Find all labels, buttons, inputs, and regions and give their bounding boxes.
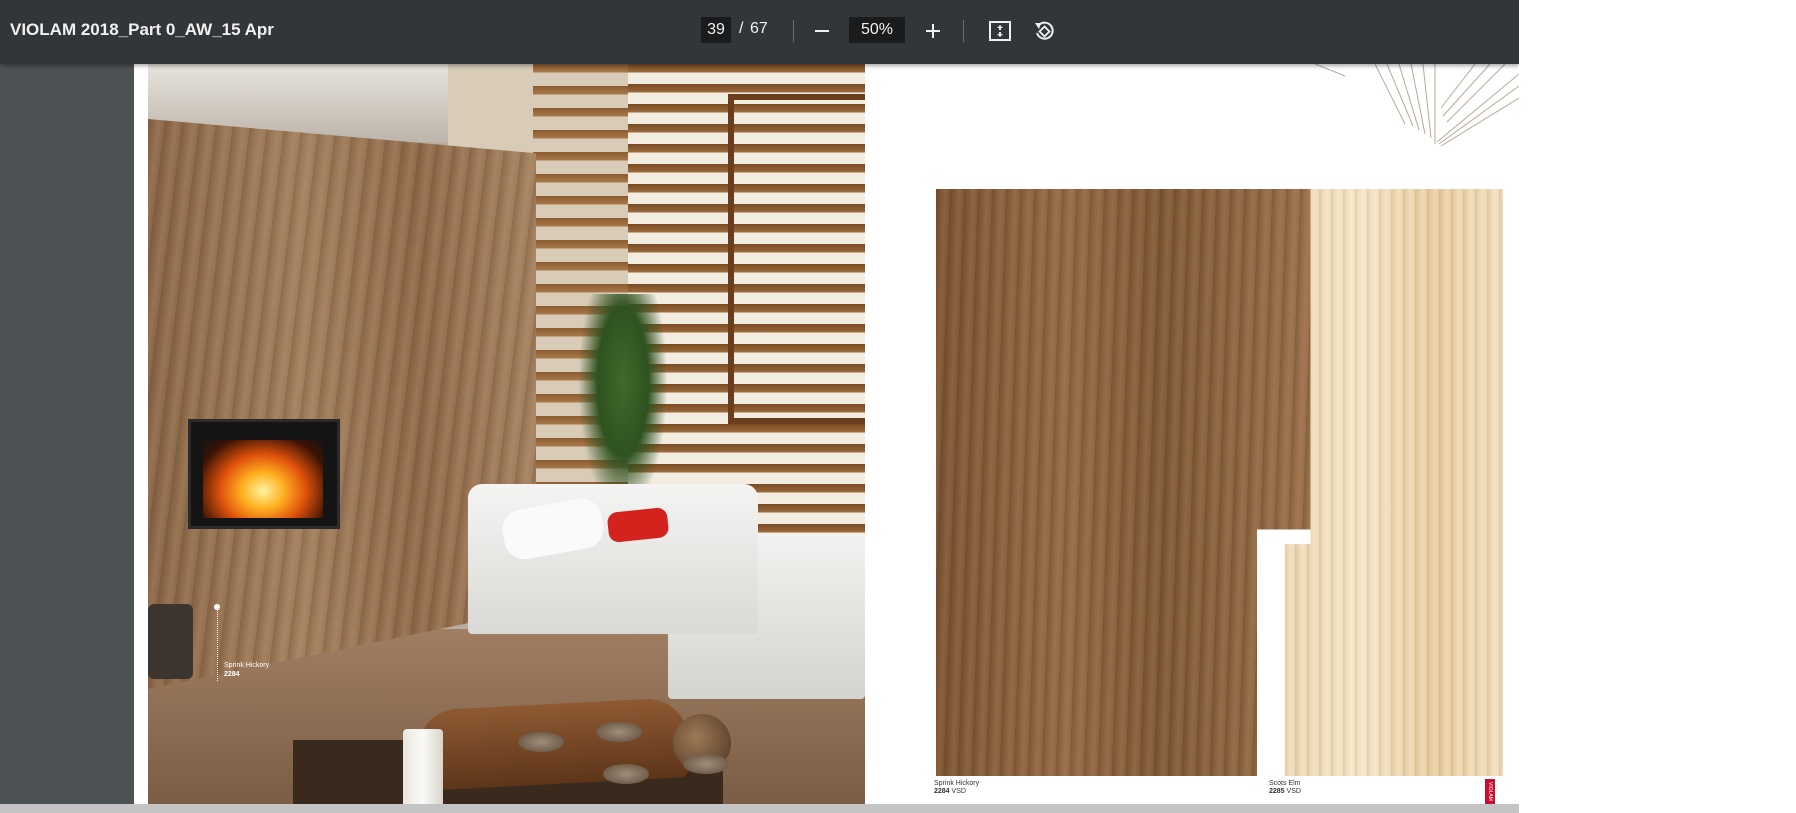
teacup (518, 732, 564, 752)
page-total: 67 (750, 20, 768, 37)
toolbar-divider (963, 20, 964, 42)
fit-to-page-button[interactable] (983, 14, 1017, 48)
pdf-viewer: VIOLAM 2018_Part 0_AW_15 Apr / 67 (0, 0, 1519, 813)
cushion-red (606, 506, 670, 544)
teacup (603, 764, 649, 784)
horizontal-scrollbar[interactable] (0, 804, 1519, 813)
minus-icon (815, 30, 829, 32)
callout-line (217, 606, 218, 681)
swatch-name: Sprink Hickory (934, 780, 980, 787)
fit-to-page-icon (989, 21, 1011, 41)
brand-tab: VIOLAM (1485, 779, 1495, 804)
page-separator: / (739, 20, 744, 37)
rotate-icon (1035, 21, 1054, 40)
room-interior-photo: Sprink Hickory 2284 (148, 64, 865, 804)
window-frame (728, 94, 865, 424)
page-number-input[interactable] (701, 17, 731, 43)
callout-code: 2284 (224, 671, 240, 678)
candle (403, 729, 443, 804)
swatch-code: 2285 VSD (1269, 788, 1301, 795)
swatch-finish: VSD (951, 788, 966, 795)
wood-swatch-sprink-hickory (936, 189, 1311, 776)
plus-icon (926, 24, 940, 38)
swatch-code: 2284 VSD (934, 788, 966, 795)
viewer-gutter (0, 64, 134, 804)
zoom-in-button[interactable] (916, 14, 950, 48)
callout-name: Sprink Hickory (224, 662, 270, 669)
pdf-page-left: Sprink Hickory 2284 (134, 64, 865, 804)
zoom-level-input[interactable] (849, 17, 905, 43)
teacup (683, 754, 729, 774)
fire (203, 440, 323, 518)
swatch-code-number: 2285 (1269, 788, 1285, 795)
pdf-toolbar: VIOLAM 2018_Part 0_AW_15 Apr / 67 (0, 0, 1519, 64)
rotate-button[interactable] (1027, 14, 1061, 48)
potted-plant (578, 294, 668, 514)
decorative-line-art (1315, 64, 1519, 146)
teacup (596, 722, 642, 742)
swatch-name: Scots Elm (1269, 780, 1301, 787)
swatch-finish: VSD (1286, 788, 1301, 795)
zoom-out-button[interactable] (805, 14, 839, 48)
armchair (468, 484, 758, 634)
swatch-code-number: 2284 (934, 788, 950, 795)
toolbar-divider (793, 20, 794, 42)
pdf-page-right: Sprink Hickory 2284 VSD Scots Elm 2285 V… (865, 64, 1519, 804)
document-title: VIOLAM 2018_Part 0_AW_15 Apr (10, 20, 274, 39)
fireplace (188, 419, 340, 529)
side-chair (148, 604, 193, 679)
